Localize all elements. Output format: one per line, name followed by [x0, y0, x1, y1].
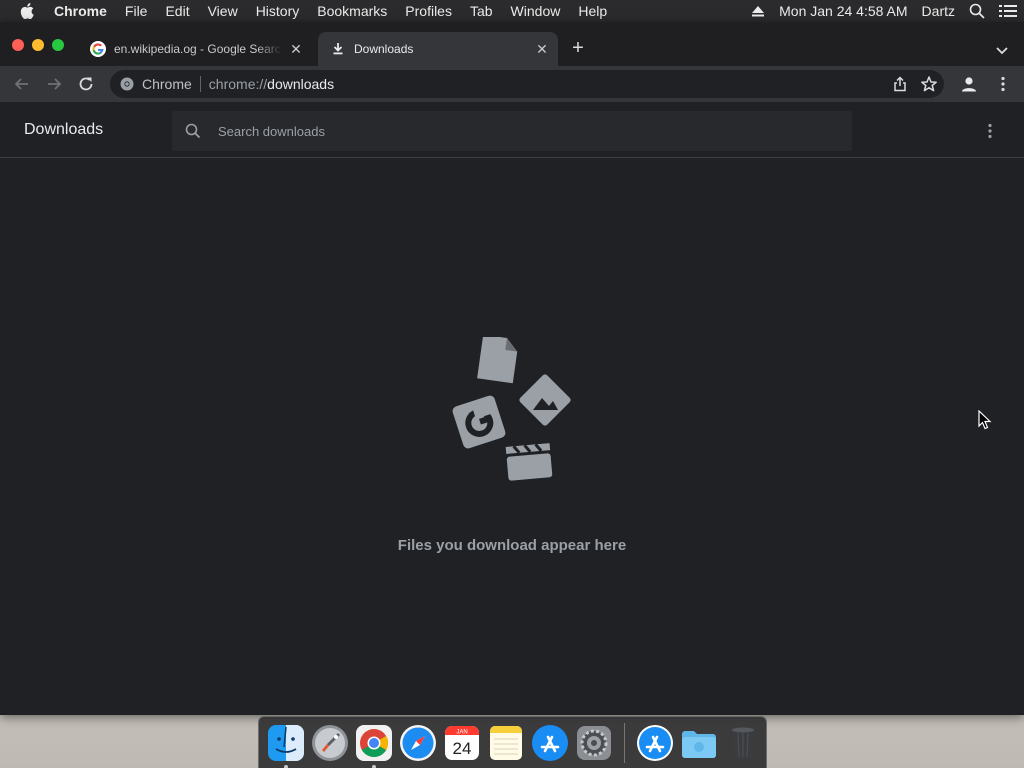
site-chip: Chrome: [142, 76, 192, 92]
search-icon: [185, 123, 201, 139]
menu-history[interactable]: History: [247, 0, 309, 22]
notes-icon: [490, 725, 522, 760]
arrow-right-icon: [48, 78, 62, 90]
running-indicator: [372, 764, 376, 768]
search-downloads-field[interactable]: [172, 111, 852, 151]
dock-calendar[interactable]: JAN 24: [442, 723, 482, 763]
dock-trash[interactable]: [723, 723, 763, 763]
dock-separator: [624, 722, 625, 763]
control-center-icon[interactable]: [992, 4, 1024, 18]
share-icon[interactable]: [892, 76, 908, 92]
clock-datetime[interactable]: Mon Jan 24 4:58 AM: [772, 3, 914, 19]
safari-icon: [400, 724, 436, 761]
more-vertical-icon[interactable]: [994, 75, 1012, 93]
close-window-button[interactable]: [12, 39, 24, 51]
menu-profiles[interactable]: Profiles: [396, 0, 461, 22]
dock-app-store[interactable]: [530, 723, 570, 763]
dock-app-store-download[interactable]: [635, 723, 675, 763]
tab-google-search[interactable]: en.wikipedia.og - Google Search ✕: [82, 32, 312, 66]
bookmark-star-icon[interactable]: [920, 75, 938, 93]
user-name[interactable]: Dartz: [915, 3, 962, 19]
downloads-folder-icon: [682, 730, 716, 758]
dock-notes[interactable]: [486, 723, 526, 763]
launchpad-icon: [312, 724, 348, 761]
spotlight-search-icon[interactable]: [962, 3, 992, 19]
omnibox-divider: [199, 76, 201, 92]
new-tab-button[interactable]: +: [568, 38, 588, 59]
downloads-header: Downloads: [0, 102, 1024, 158]
menu-view[interactable]: View: [199, 0, 247, 22]
minimize-window-button[interactable]: [32, 39, 44, 51]
profile-avatar-icon[interactable]: [960, 75, 978, 93]
app-store-icon: [637, 724, 673, 761]
dock-finder[interactable]: [266, 723, 306, 768]
system-preferences-icon: [577, 725, 611, 760]
eject-icon[interactable]: [744, 5, 772, 17]
menu-bookmarks[interactable]: Bookmarks: [308, 0, 396, 22]
menu-window[interactable]: Window: [502, 0, 570, 22]
reload-button[interactable]: [76, 74, 96, 94]
close-tab-icon[interactable]: ✕: [534, 41, 550, 57]
tab-title: Downloads: [354, 42, 414, 56]
trash-icon: [732, 727, 754, 759]
downloads-more-icon[interactable]: [980, 121, 1000, 141]
finder-icon: [268, 724, 304, 761]
url-host: downloads: [267, 76, 335, 92]
menu-tab[interactable]: Tab: [461, 0, 502, 22]
apple-menu-icon[interactable]: [0, 3, 54, 19]
menu-app-name[interactable]: Chrome: [54, 0, 116, 22]
menu-help[interactable]: Help: [569, 0, 616, 22]
downloads-empty-state: Files you download appear here: [0, 157, 1024, 715]
google-icon: [90, 41, 106, 57]
arrow-left-icon: [14, 78, 28, 90]
dock-launchpad[interactable]: [310, 723, 350, 763]
tab-title: en.wikipedia.og - Google Search: [114, 42, 282, 56]
running-indicator: [284, 764, 288, 768]
menu-file[interactable]: File: [116, 0, 157, 22]
calendar-day: 24: [453, 739, 472, 758]
url-scheme: chrome://: [208, 76, 268, 92]
dock-safari[interactable]: [398, 723, 438, 763]
menu-bar: Chrome File Edit View History Bookmarks …: [0, 0, 1024, 22]
empty-message: Files you download appear here: [397, 537, 627, 554]
mouse-cursor-icon: [978, 410, 992, 430]
search-downloads-input[interactable]: [218, 123, 818, 139]
forward-button[interactable]: [44, 74, 64, 94]
dock-downloads-folder[interactable]: [679, 723, 719, 763]
window-controls: [12, 39, 64, 51]
document-icon: [477, 337, 518, 384]
menu-edit[interactable]: Edit: [156, 0, 198, 22]
toolbar: Chrome chrome://downloads: [0, 66, 1024, 102]
chrome-site-icon: [120, 77, 134, 91]
image-icon: [519, 374, 571, 426]
empty-downloads-illustration: [452, 337, 571, 481]
calendar-icon: JAN 24: [445, 725, 479, 760]
app-store-icon: [532, 724, 568, 761]
page-title: Downloads: [24, 121, 104, 138]
dock-chrome[interactable]: [354, 723, 394, 768]
tab-strip: en.wikipedia.og - Google Search ✕ Downlo…: [0, 22, 1024, 66]
reload-icon: [79, 77, 93, 91]
video-icon: [505, 443, 553, 481]
tab-downloads[interactable]: Downloads ✕: [318, 32, 558, 66]
chrome-icon: [356, 724, 392, 761]
dock: JAN 24: [258, 716, 767, 768]
tab-search-chevron-icon[interactable]: [994, 42, 1010, 58]
calendar-month: JAN: [456, 729, 467, 735]
close-tab-icon[interactable]: ✕: [288, 41, 304, 57]
back-button[interactable]: [12, 74, 32, 94]
address-bar[interactable]: Chrome chrome://downloads: [110, 70, 944, 98]
browser-window: en.wikipedia.og - Google Search ✕ Downlo…: [0, 22, 1024, 715]
zoom-window-button[interactable]: [52, 39, 64, 51]
dock-system-preferences[interactable]: [574, 723, 614, 763]
audio-icon: [452, 395, 506, 449]
download-icon: [333, 43, 343, 55]
